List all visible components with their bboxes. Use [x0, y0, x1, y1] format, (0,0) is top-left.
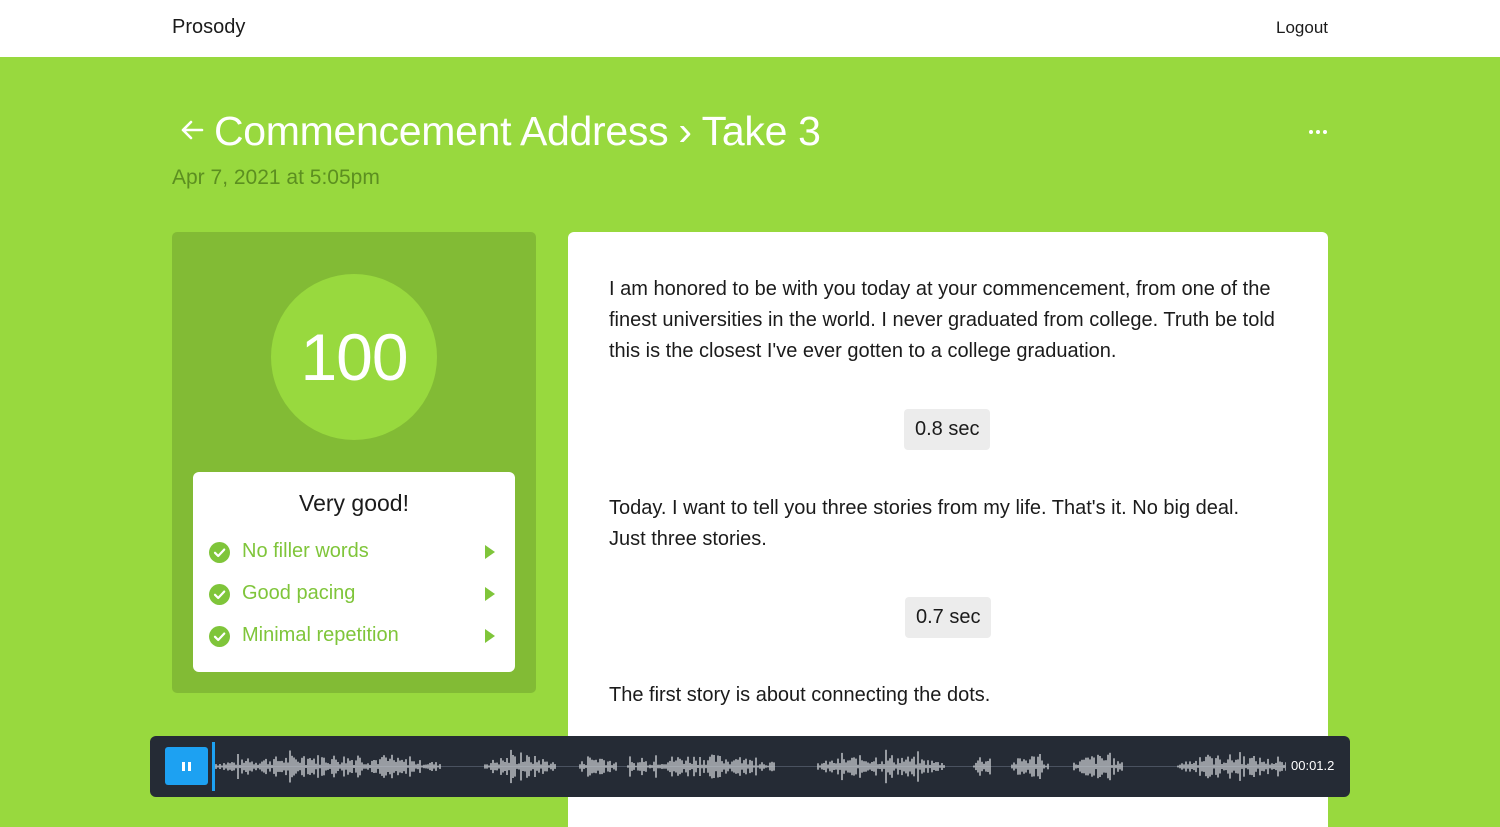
caret-right-icon[interactable]: [485, 629, 495, 643]
feedback-card: Very good! No filler words Good pacing M…: [193, 472, 515, 672]
caret-right-icon[interactable]: [485, 545, 495, 559]
feedback-item-filler-words[interactable]: No filler words: [209, 538, 499, 568]
feedback-item-pacing[interactable]: Good pacing: [209, 580, 499, 610]
playback-time: 00:01.2: [1291, 758, 1335, 773]
pause-icon[interactable]: [165, 747, 208, 785]
recording-date: Apr 7, 2021 at 5:05pm: [172, 166, 380, 189]
top-nav-bar: Prosody Logout: [0, 0, 1500, 57]
audio-player: 00:01.2: [150, 736, 1350, 797]
audio-waveform[interactable]: [212, 742, 1286, 791]
project-name[interactable]: Commencement Address: [214, 108, 669, 154]
check-circle-icon: [209, 584, 230, 605]
playhead[interactable]: [212, 742, 215, 791]
feedback-item-label: No filler words: [242, 540, 369, 562]
arrow-left-icon[interactable]: [178, 116, 206, 144]
check-circle-icon: [209, 626, 230, 647]
page-title: Commencement Address › Take 3: [214, 108, 821, 155]
transcript-segment[interactable]: The first story is about connecting the …: [609, 680, 1279, 711]
caret-right-icon[interactable]: [485, 587, 495, 601]
feedback-verdict: Very good!: [299, 490, 409, 516]
ellipsis-icon[interactable]: [1300, 118, 1336, 146]
feedback-item-repetition[interactable]: Minimal repetition: [209, 622, 499, 652]
transcript-segment[interactable]: Today. I want to tell you three stories …: [609, 493, 1279, 555]
pause-marker[interactable]: 0.8 sec: [904, 409, 991, 450]
logout-link[interactable]: Logout: [1276, 18, 1328, 38]
feedback-item-label: Minimal repetition: [242, 624, 399, 646]
feedback-item-label: Good pacing: [242, 582, 356, 604]
breadcrumb-separator: ›: [678, 108, 692, 154]
score-panel: 100 Very good! No filler words Good paci…: [172, 232, 536, 693]
pause-marker[interactable]: 0.7 sec: [905, 597, 992, 638]
score-value: 100: [271, 274, 437, 440]
take-name: Take 3: [701, 108, 821, 154]
transcript-segment[interactable]: I am honored to be with you today at you…: [609, 274, 1279, 367]
check-circle-icon: [209, 542, 230, 563]
brand-logo[interactable]: Prosody: [172, 16, 245, 39]
